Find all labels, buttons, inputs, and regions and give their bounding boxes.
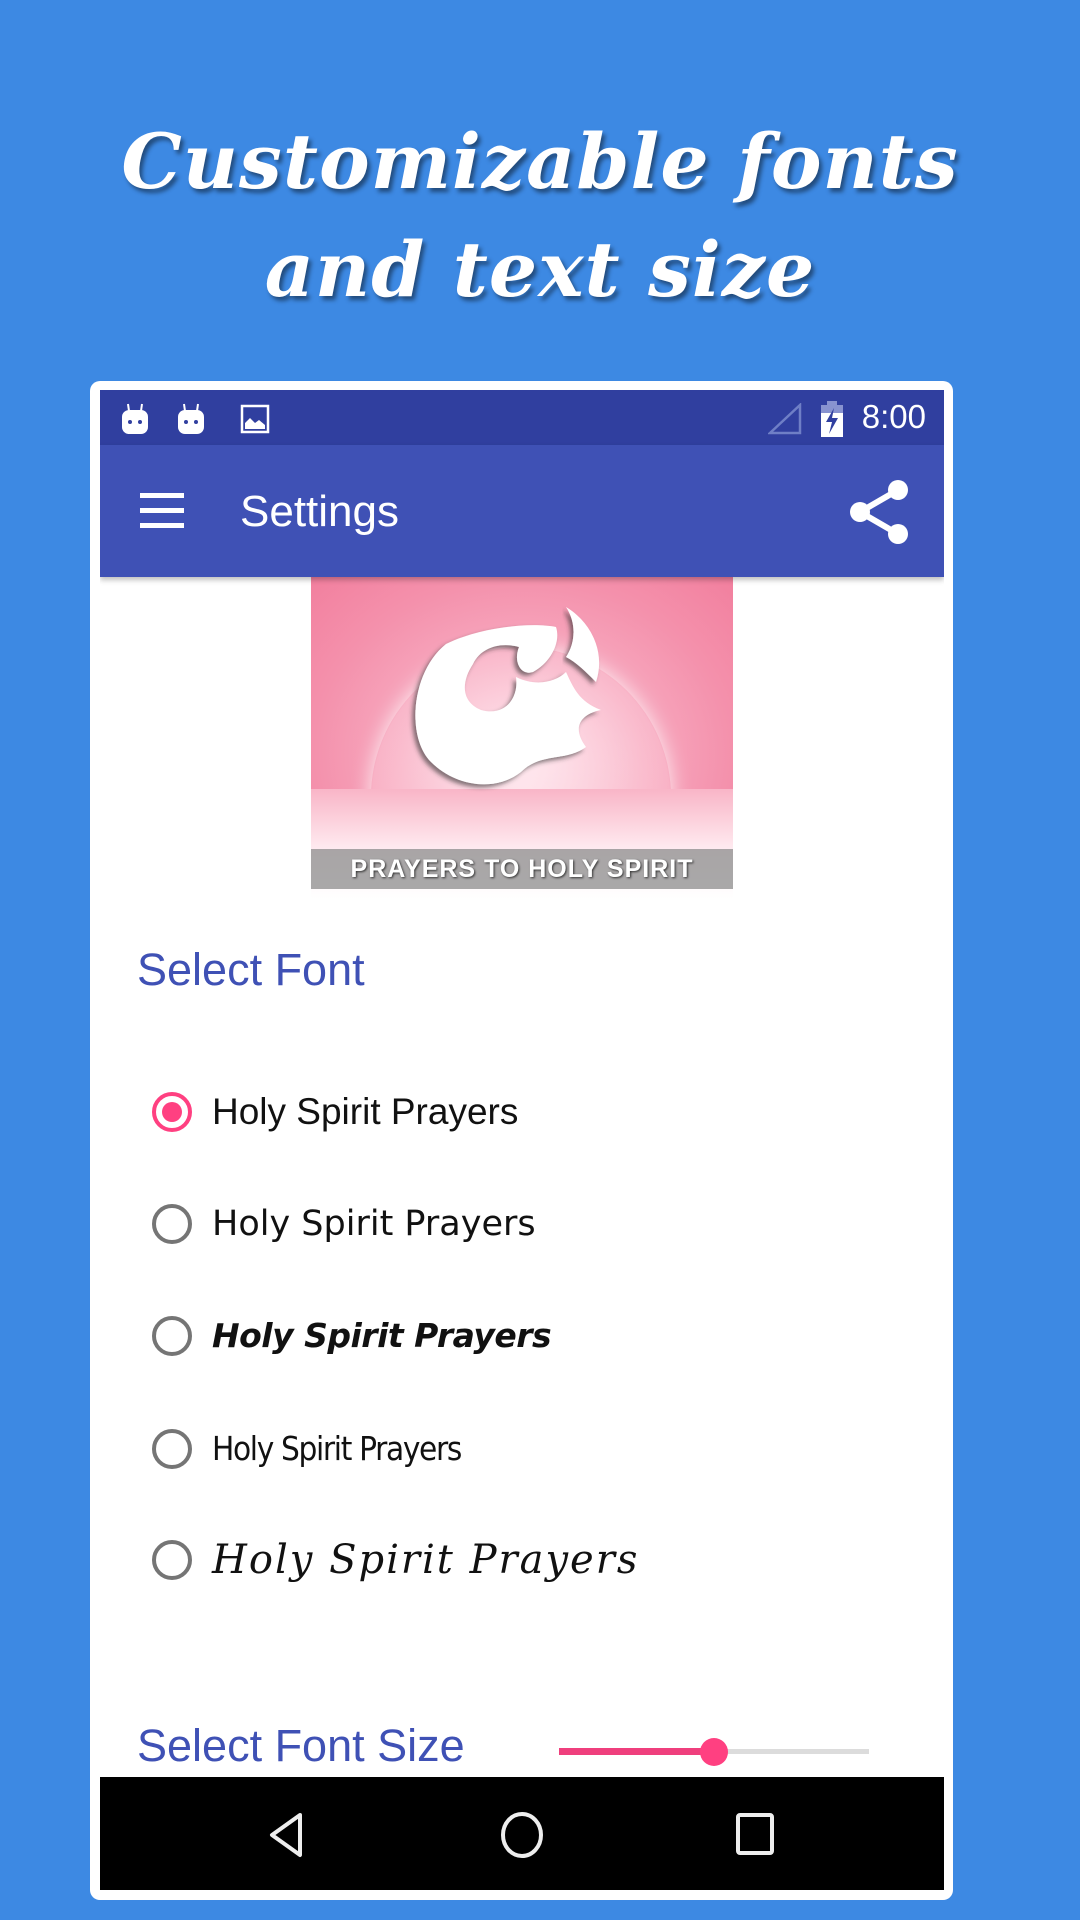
app-banner-image: PRAYERS TO HOLY SPIRIT	[311, 577, 733, 899]
share-icon[interactable]	[848, 479, 910, 545]
battery-charging-icon	[821, 401, 843, 437]
font-option-4[interactable]: Holy Spirit Prayers	[100, 1411, 944, 1491]
font-option-label: Holy Spirit Prayers	[212, 1537, 640, 1583]
radio-button[interactable]	[152, 1429, 192, 1469]
phone-screen: 8:00 Settings PRAYERS TO HOLY SPIRIT Sel…	[100, 390, 944, 1890]
back-triangle-icon[interactable]	[260, 1807, 316, 1863]
radio-button[interactable]	[152, 1540, 192, 1580]
dove-icon	[415, 607, 601, 785]
status-time: 8:00	[861, 398, 926, 435]
slider-fill	[559, 1748, 714, 1755]
font-option-label: Holy Spirit Prayers	[212, 1204, 536, 1244]
font-option-label: Holy Spirit Prayers	[212, 1091, 519, 1132]
signal-icon	[768, 403, 802, 435]
select-font-size-heading: Select Font Size	[137, 1720, 465, 1771]
radio-button[interactable]	[152, 1316, 192, 1356]
select-font-heading: Select Font	[137, 944, 365, 995]
radio-button-checked[interactable]	[152, 1092, 192, 1132]
radio-button[interactable]	[152, 1204, 192, 1244]
home-circle-icon[interactable]	[494, 1807, 550, 1863]
hamburger-menu-icon[interactable]	[140, 491, 186, 531]
banner-caption: PRAYERS TO HOLY SPIRIT	[350, 855, 694, 883]
font-option-label: Holy Spirit Prayers	[212, 1316, 552, 1355]
font-size-slider[interactable]	[559, 1732, 869, 1772]
navigation-bar	[100, 1777, 944, 1890]
android-notification-icon	[122, 403, 148, 434]
font-option-3[interactable]: Holy Spirit Prayers	[100, 1298, 944, 1378]
android-notification-icon	[178, 403, 204, 434]
slider-thumb[interactable]	[700, 1738, 728, 1766]
promo-headline-line2: and text size	[264, 225, 816, 314]
promo-headline-line1: Customizable fonts	[121, 117, 959, 206]
recents-square-icon[interactable]	[728, 1807, 784, 1863]
image-notification-icon	[240, 404, 270, 434]
font-option-label: Holy Spirit Prayers	[212, 1429, 462, 1468]
font-option-5[interactable]: Holy Spirit Prayers	[100, 1522, 944, 1602]
font-option-1[interactable]: Holy Spirit Prayers	[100, 1074, 944, 1154]
app-toolbar: Settings	[100, 445, 944, 577]
page-title: Settings	[240, 487, 399, 536]
status-bar: 8:00	[100, 390, 944, 445]
promo-headline: Customizable fonts and text size	[0, 108, 1080, 324]
font-option-2[interactable]: Holy Spirit Prayers	[100, 1186, 944, 1266]
